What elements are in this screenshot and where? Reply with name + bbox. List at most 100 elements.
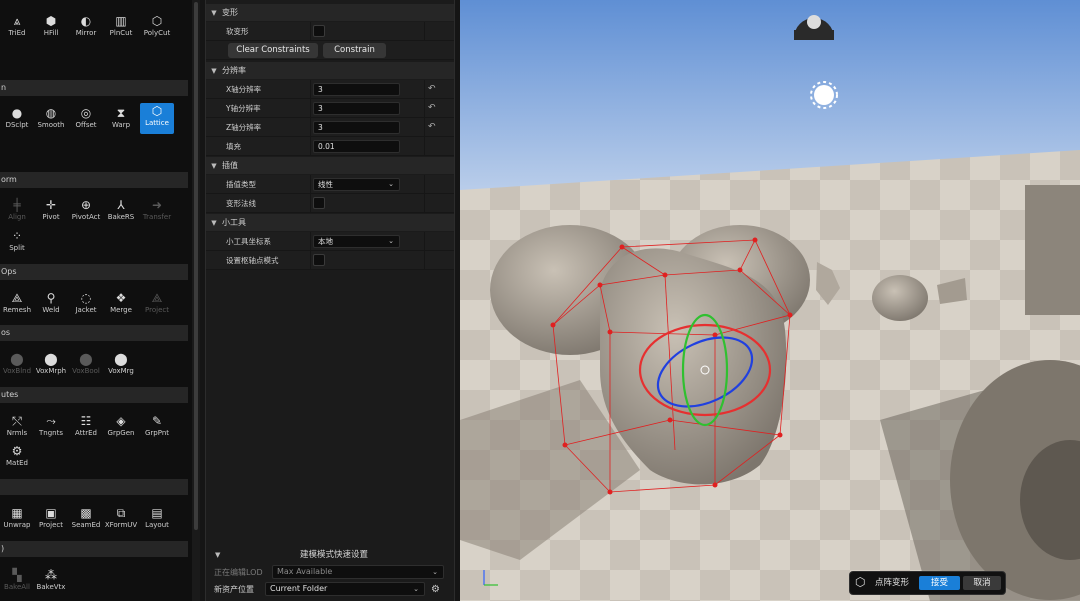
normals-icon: ⤲ [12,414,22,428]
accept-button[interactable]: 接受 [919,576,960,590]
tool-lattice[interactable]: ⬡ Lattice [140,103,174,134]
tool-plane-cut[interactable]: ▥ PlnCut [104,13,138,43]
tool-pivot-actor[interactable]: ⊕ PivotAct [69,197,103,227]
z-resolution-input[interactable]: 3 [313,121,400,134]
category-interpolation[interactable]: ▼ 插值 [206,157,454,174]
deform-normals-checkbox[interactable] [313,197,325,209]
tool-unwrap[interactable]: ▦ Unwrap [0,505,34,535]
transform-uv-icon: ⧉ [116,506,126,520]
group-paint-icon: ✎ [151,414,163,428]
tool-weld[interactable]: ⚲ Weld [34,290,68,320]
tool-merge[interactable]: ❖ Merge [104,290,138,320]
section-header-voxel[interactable]: os [0,325,188,341]
section-header-attributes[interactable]: utes [0,387,188,403]
padding-input[interactable]: 0.01 [313,140,400,153]
tool-poly-cut[interactable]: ⬡ PolyCut [140,13,174,43]
tool-offset[interactable]: ◎ Offset [69,105,103,135]
tool-warp[interactable]: ⧗ Warp [104,105,138,135]
row-y-resolution: Y轴分辨率 3 ↶ [206,99,454,118]
tool-seam-edit[interactable]: ▩ SeamEd [69,505,103,535]
bake-vertex-icon: ⁂ [45,568,57,582]
tool-group-gen[interactable]: ◈ GrpGen [104,413,138,443]
voxel-merge-icon: ⬤ [114,352,128,366]
y-resolution-input[interactable]: 3 [313,102,400,115]
section-header-transform[interactable]: orm [0,172,188,188]
tool-attribute-edit[interactable]: ☷ AttrEd [69,413,103,443]
category-resolution[interactable]: ▼ 分辨率 [206,62,454,79]
material-edit-icon: ⚙ [11,444,23,458]
lattice-icon: ⬡ [151,104,163,118]
tool-tri-edit[interactable]: ⩓ TriEd [0,13,34,43]
pivot-actor-icon: ⊕ [80,198,92,212]
category-deform[interactable]: ▼ 变形 [206,4,454,21]
row-interp-type: 插值类型 线性 ⌄ [206,175,454,194]
tool-dynamic-sculpt[interactable]: ● DSclpt [0,105,34,135]
tool-bake-all[interactable]: ▚ BakeAll [0,567,34,597]
tool-voxel-merge[interactable]: ⬤ VoxMrg [104,351,138,381]
tool-bake-vertex[interactable]: ⁂ BakeVtx [34,567,68,597]
gizmo-coords-select[interactable]: 本地 ⌄ [313,235,400,248]
lattice-icon: ⬡ [855,575,866,589]
tool-voxel-bool[interactable]: ⬤ VoxBool [69,351,103,381]
plane-cut-icon: ▥ [115,14,127,28]
unwrap-icon: ▦ [11,506,23,520]
category-gizmo[interactable]: ▼ 小工具 [206,214,454,231]
voxel-blend-icon: ⬤ [10,352,24,366]
collapse-arrow-icon: ▼ [211,219,217,227]
tool-uv-project[interactable]: ▣ Project [34,505,68,535]
reset-to-default-icon[interactable]: ↶ [428,80,436,99]
clear-constraints-button[interactable]: Clear Constraints [228,43,318,58]
tool-pivot[interactable]: ✛ Pivot [34,197,68,227]
quick-settings-header[interactable]: ▼ 建模模式快速设置 [206,548,454,563]
tool-remesh[interactable]: ⟁ Remesh [0,290,34,320]
asset-location-select[interactable]: Current Folder ⌄ [265,582,425,596]
section-header-bake[interactable]: ) [0,541,188,557]
x-resolution-input[interactable]: 3 [313,83,400,96]
viewport[interactable] [460,0,1080,601]
soft-deform-checkbox[interactable] [313,25,325,37]
reset-to-default-icon[interactable]: ↶ [428,118,436,137]
row-z-resolution: Z轴分辨率 3 ↶ [206,118,454,137]
palette-scrollbar-thumb[interactable] [194,2,198,530]
tool-project[interactable]: ⟁ Project [140,290,174,320]
tool-smooth[interactable]: ◍ Smooth [34,105,68,135]
tool-bake-rs[interactable]: ⅄ BakeRS [104,197,138,227]
section-header-deform[interactable]: n [0,80,188,96]
row-gizmo-coords: 小工具坐标系 本地 ⌄ [206,232,454,251]
tool-transform-uv[interactable]: ⧉ XFormUV [104,505,138,535]
chevron-down-icon: ⌄ [413,585,419,593]
tool-tangents[interactable]: ⤳ Tngnts [34,413,68,443]
tool-voxel-morph[interactable]: ⬤ VoxMrph [34,351,68,381]
tool-split[interactable]: ⁘ Split [0,228,34,258]
pivot-icon: ✛ [45,198,57,212]
remesh-icon: ⟁ [11,291,23,305]
constrain-button[interactable]: Constrain [323,43,386,58]
seam-edit-icon: ▩ [80,506,92,520]
tool-uv-layout[interactable]: ▤ Layout [140,505,174,535]
voxel-bool-icon: ⬤ [79,352,93,366]
tool-material-edit[interactable]: ⚙ MatEd [0,443,34,473]
lattice-deform-toast: ⬡ 点阵变形 接受 取消 [849,571,1006,595]
tool-group-paint[interactable]: ✎ GrpPnt [140,413,174,443]
tool-align[interactable]: ╪ Align [0,197,34,227]
reset-to-default-icon[interactable]: ↶ [428,99,436,118]
tri-edit-icon: ⩓ [13,14,21,28]
tool-normals[interactable]: ⤲ Nrmls [0,413,34,443]
interp-type-select[interactable]: 线性 ⌄ [313,178,400,191]
section-header-uv[interactable] [0,479,188,495]
tool-jacket[interactable]: ◌ Jacket [69,290,103,320]
tool-palette: ⩓ TriEd ⬢ HFill ◐ Mirror ▥ PlnCut ⬡ PolyCut n… [0,0,200,601]
edit-lod-select[interactable]: Max Available ⌄ [272,565,444,579]
cancel-button[interactable]: 取消 [963,576,1001,590]
tool-transfer[interactable]: ➜ Transfer [140,197,174,227]
pivot-mode-checkbox[interactable] [313,254,325,266]
settings-gear-icon[interactable]: ⚙ [431,581,440,598]
tool-mirror[interactable]: ◐ Mirror [69,13,103,43]
project-icon: ⟁ [151,291,163,305]
row-constraint-buttons: Clear Constraints Constrain [206,41,454,60]
tool-voxel-blend[interactable]: ⬤ VoxBlnd [0,351,34,381]
voxel-morph-icon: ⬤ [44,352,58,366]
tool-hole-fill[interactable]: ⬢ HFill [34,13,68,43]
jacket-icon: ◌ [80,291,92,305]
section-header-meshops[interactable]: Ops [0,264,188,280]
